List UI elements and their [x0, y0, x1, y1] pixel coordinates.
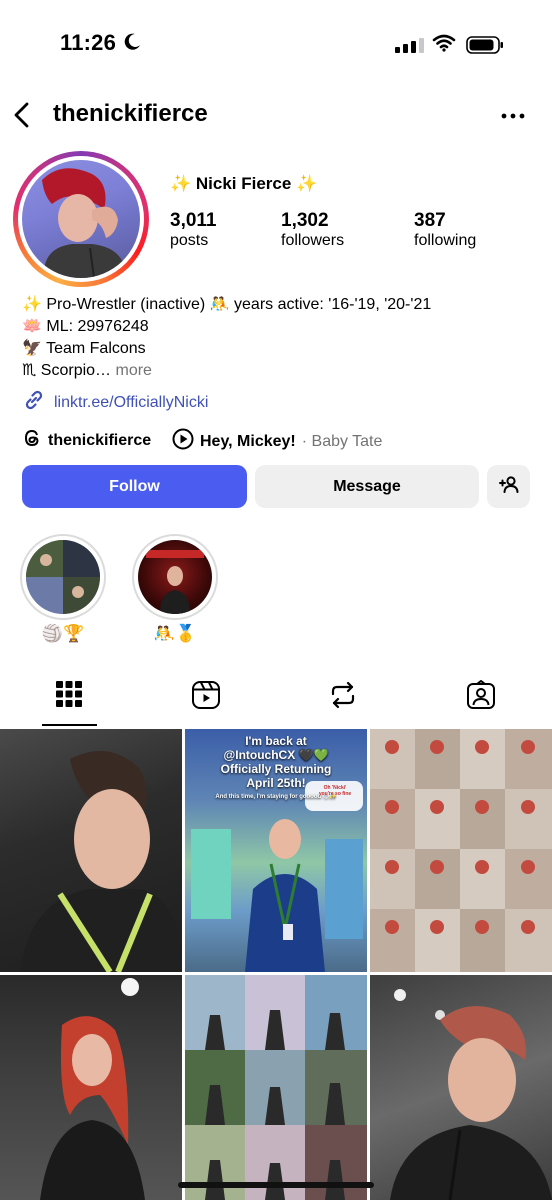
- tab-reposts[interactable]: [329, 680, 357, 715]
- highlight-cover: [138, 540, 212, 614]
- profile-username: thenickifierce: [53, 100, 208, 127]
- display-name: ✨ Nicki Fierce ✨: [170, 174, 318, 193]
- status-time: 11:26: [60, 30, 117, 55]
- active-tab-indicator: [42, 724, 97, 726]
- post-thumbnail[interactable]: [0, 975, 182, 1200]
- overlay-line: I'm back at: [245, 734, 307, 748]
- battery-icon: [466, 36, 504, 59]
- following-count: 387: [414, 210, 446, 231]
- more-options-icon[interactable]: [500, 104, 526, 133]
- posts-label: posts: [170, 232, 209, 249]
- bio-line: 🪷 ML: 29976248: [22, 318, 149, 335]
- wifi-icon: [432, 34, 456, 57]
- post-thumbnail[interactable]: [0, 729, 182, 972]
- message-button[interactable]: Message: [255, 465, 479, 508]
- bio-line-last: ♏ Scorpio… more: [22, 360, 152, 382]
- post-thumbnail[interactable]: [185, 975, 367, 1200]
- threads-handle: thenickifierce: [48, 431, 152, 449]
- posts-stat[interactable]: 3,011 posts: [170, 210, 217, 250]
- story-ring-avatar[interactable]: [13, 151, 149, 287]
- profile-music[interactable]: Hey, Mickey! · Baby Tate: [172, 428, 382, 455]
- highlight-cover: [26, 540, 100, 614]
- tab-tagged[interactable]: [466, 679, 496, 715]
- followers-count: 1,302: [281, 210, 329, 231]
- song-title: Hey, Mickey!: [200, 432, 296, 450]
- posts-count: 3,011: [170, 210, 217, 231]
- home-indicator: [178, 1182, 374, 1188]
- overlay-line: Officially Returning: [220, 762, 332, 776]
- avatar: [22, 160, 140, 278]
- post-thumbnail[interactable]: I'm back at @IntouchCX 🖤💚 Officially Ret…: [185, 729, 367, 972]
- sticker-line: you're so fine: [318, 791, 352, 797]
- threads-badge[interactable]: thenickifierce: [22, 428, 151, 453]
- threads-icon: [22, 428, 42, 453]
- highlight-label: 🏐🏆: [41, 624, 85, 643]
- highlight-item[interactable]: 🤼🥇: [132, 534, 218, 644]
- post-sticker-bubble: Oh 'Nicki' you're so fine: [307, 785, 363, 797]
- moon-icon: [122, 32, 142, 58]
- following-stat[interactable]: 387 following: [414, 210, 476, 250]
- grid-icon: [55, 681, 83, 712]
- tagged-person-icon: [466, 679, 496, 714]
- highlight-label: 🤼🥇: [153, 624, 197, 643]
- bio-line: ✨ Pro-Wrestler (inactive) 🤼 years active…: [22, 296, 432, 313]
- bio-more-link[interactable]: more: [116, 362, 152, 379]
- link-icon: [22, 388, 46, 417]
- back-button[interactable]: [10, 100, 34, 135]
- song-artist: · Baby Tate: [301, 432, 383, 450]
- cellular-signal-icon: [395, 38, 424, 53]
- repost-icon: [329, 681, 357, 714]
- following-label: following: [414, 232, 477, 249]
- post-thumbnail[interactable]: [370, 975, 552, 1200]
- post-thumbnail[interactable]: [370, 729, 552, 972]
- play-icon: [172, 428, 194, 455]
- tab-reels[interactable]: [191, 680, 221, 715]
- suggested-people-button[interactable]: [487, 465, 530, 508]
- followers-label: followers: [281, 232, 345, 249]
- overlay-line: @IntouchCX 🖤💚: [223, 748, 329, 762]
- followers-stat[interactable]: 1,302 followers: [281, 210, 344, 250]
- follow-button[interactable]: Follow: [22, 465, 247, 508]
- bio-line: ♏ Scorpio…: [22, 362, 112, 379]
- link-text: linktr.ee/OfficiallyNicki: [54, 393, 209, 411]
- tab-posts-grid[interactable]: [55, 680, 83, 713]
- add-person-icon: [498, 473, 520, 500]
- profile-link[interactable]: linktr.ee/OfficiallyNicki: [22, 388, 208, 417]
- reels-icon: [191, 681, 221, 714]
- bio-line: 🦅 Team Falcons: [22, 340, 146, 357]
- highlight-item[interactable]: 🏐🏆: [20, 534, 106, 644]
